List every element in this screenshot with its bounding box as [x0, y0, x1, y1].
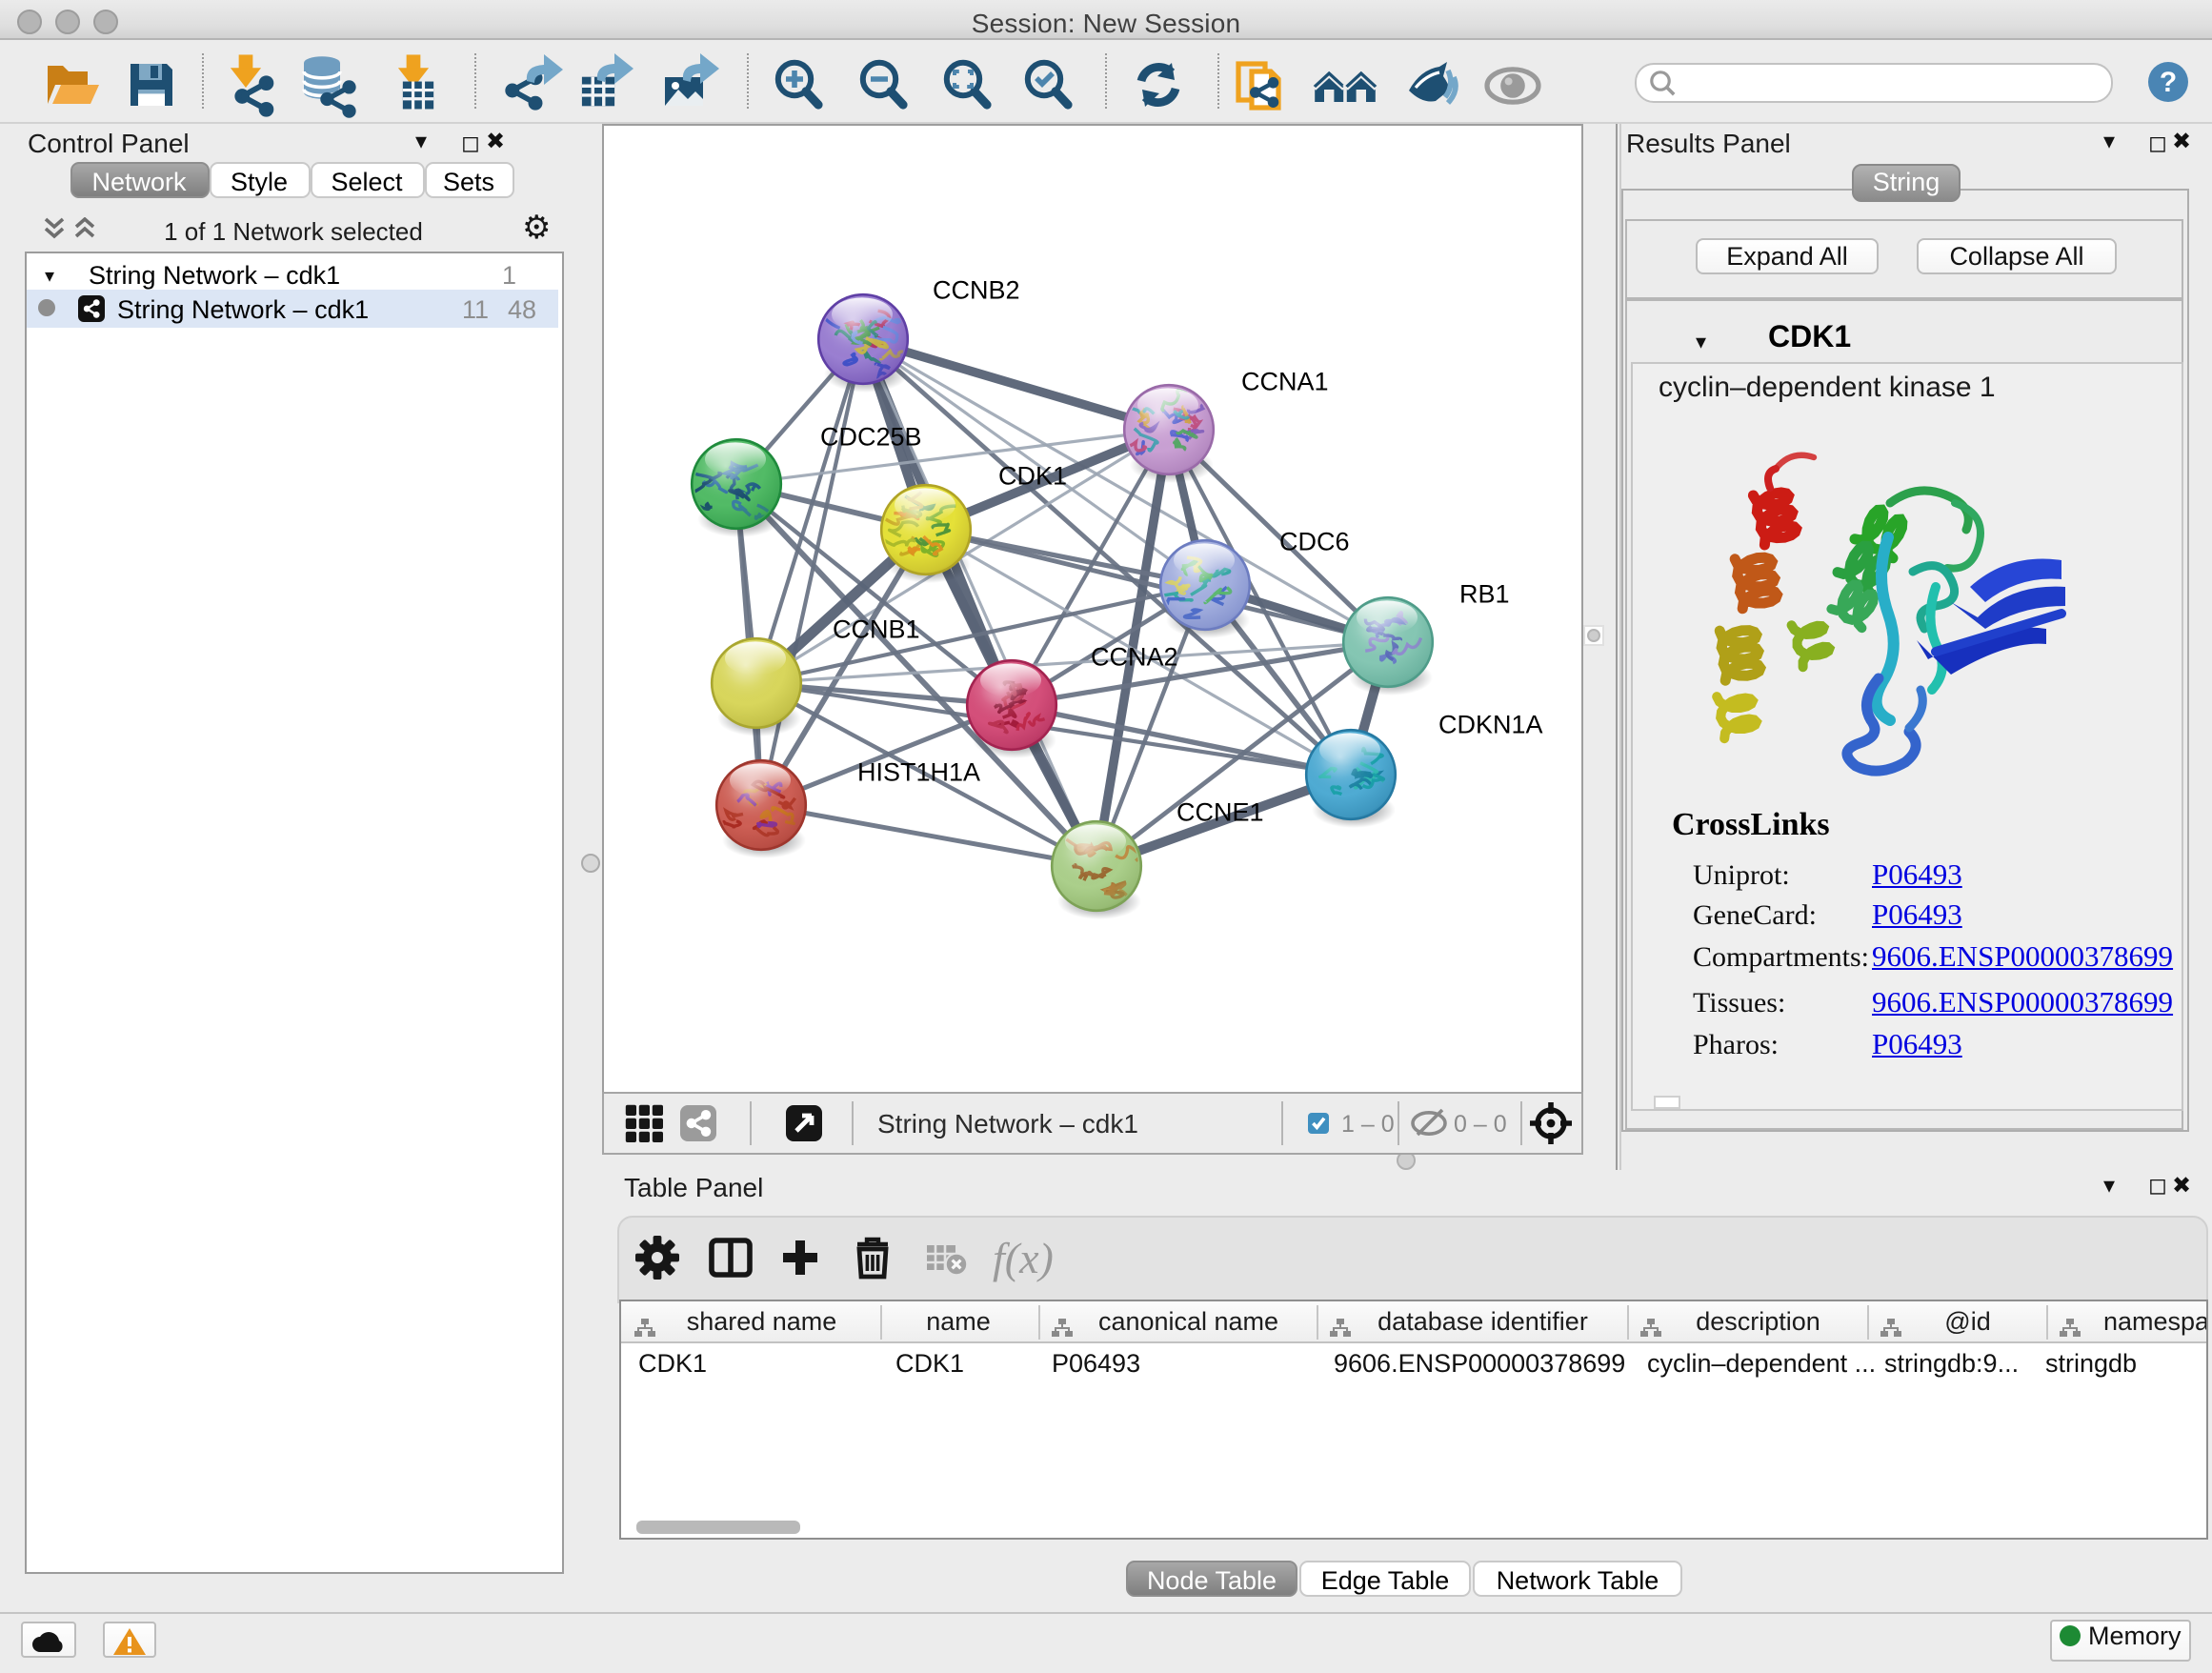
svg-text:CDK1: CDK1 — [997, 460, 1066, 489]
svg-text:0 – 0: 0 – 0 — [1453, 1110, 1506, 1137]
svg-text:CDKN1A: CDKN1A — [1438, 709, 1542, 737]
svg-text:String Network – cdk1: String Network – cdk1 — [876, 1108, 1137, 1138]
svg-text:CCNB1: CCNB1 — [832, 614, 919, 642]
svg-text:HIST1H1A: HIST1H1A — [856, 756, 979, 785]
svg-text:CCNB2: CCNB2 — [932, 274, 1019, 303]
svg-text:CCNA1: CCNA1 — [1240, 366, 1328, 394]
svg-text:CDC25B: CDC25B — [819, 421, 921, 450]
svg-text:CDC6: CDC6 — [1278, 526, 1349, 554]
svg-text:CCNA2: CCNA2 — [1090, 641, 1177, 670]
svg-text:RB1: RB1 — [1458, 578, 1509, 607]
svg-text:CCNE1: CCNE1 — [1176, 796, 1263, 825]
svg-text:?: ? — [2160, 66, 2177, 97]
svg-text:f(x): f(x) — [993, 1233, 1054, 1281]
svg-text:1 – 0: 1 – 0 — [1340, 1110, 1394, 1137]
